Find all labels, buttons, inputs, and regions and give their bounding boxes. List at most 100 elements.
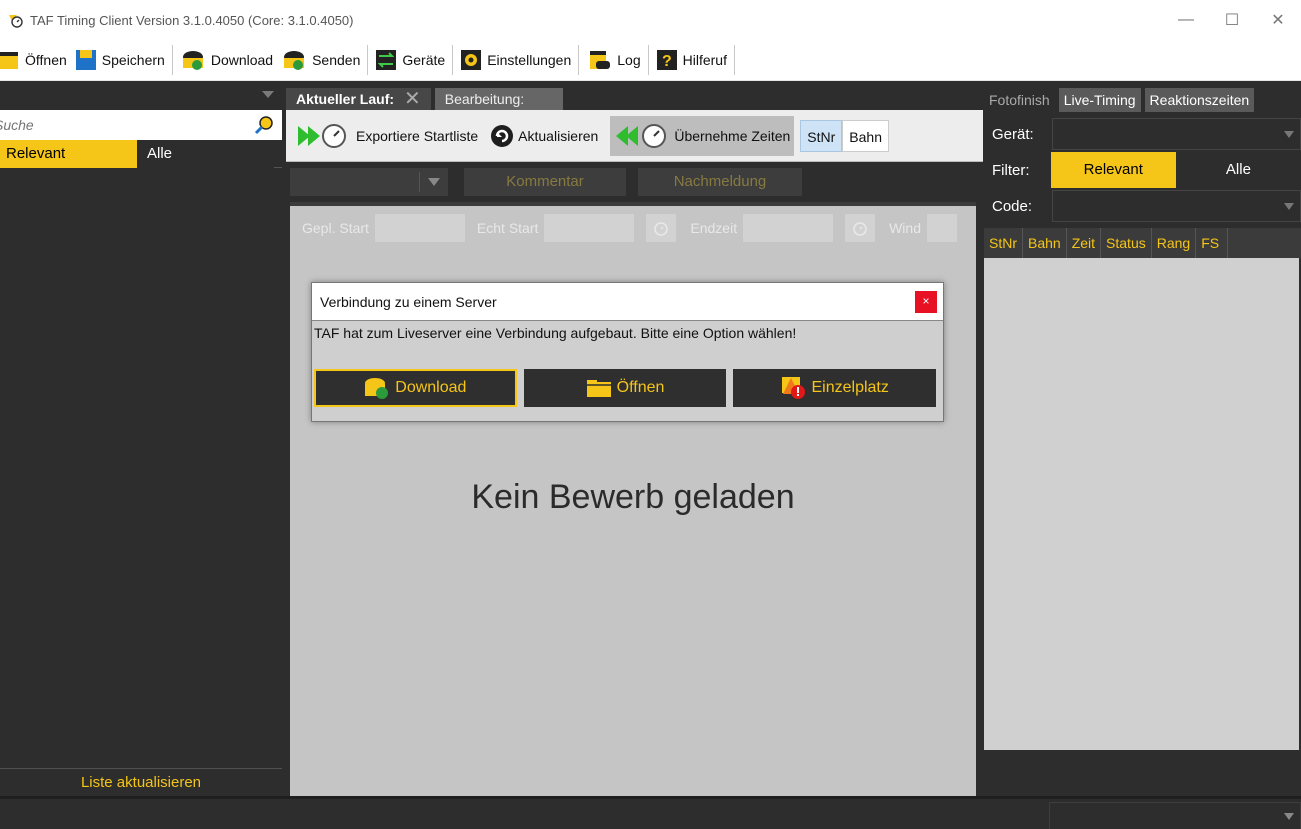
open-button[interactable]: Öffnen [0, 44, 71, 76]
download-icon [365, 378, 389, 399]
competition-combo[interactable] [0, 82, 282, 110]
send-label: Senden [312, 52, 361, 68]
dialog-download-button[interactable]: Download [314, 369, 517, 407]
dialog-download-label: Download [395, 379, 467, 396]
toggle-bahn[interactable]: Bahn [842, 119, 889, 152]
toolbar-separator [733, 45, 735, 75]
stopwatch-app-icon [9, 15, 23, 28]
window-title: TAF Timing Client Version 3.1.0.4050 (Co… [30, 12, 354, 28]
dialog-standalone-label: Einzelplatz [811, 379, 889, 396]
dialog-title-bar: Verbindung zu einem Server × [312, 283, 943, 321]
chevron-down-icon [1284, 813, 1294, 820]
status-dropdown[interactable] [1049, 802, 1301, 829]
real-start-label: Echt Start [476, 220, 539, 236]
save-label: Speichern [101, 52, 165, 68]
toolbar-separator [647, 45, 649, 75]
refresh-icon [491, 124, 514, 147]
no-competition-message: Kein Bewerb geladen [471, 478, 795, 516]
device-panel: Fotofinish Live-Timing Reaktionszeiten G… [984, 82, 1301, 796]
tab-live-timing[interactable]: Live-Timing [1058, 88, 1141, 112]
filter-row: Filter: Relevant Alle [984, 152, 1301, 188]
devices-icon [376, 50, 397, 70]
code-dropdown[interactable] [1052, 190, 1301, 222]
send-button[interactable]: Senden [277, 44, 364, 76]
take-times-button[interactable]: Übernehme Zeiten [610, 115, 795, 156]
times-row: Gepl. Start Echt Start Endzeit Wind [290, 206, 976, 250]
dialog-open-button[interactable]: Öffnen [523, 369, 727, 407]
close-window-button[interactable]: ✕ [1255, 0, 1301, 40]
dialog-message: TAF hat zum Liveserver eine Verbindung a… [314, 325, 797, 341]
column-rang[interactable]: Rang [1152, 228, 1197, 258]
end-time-stopwatch-icon[interactable] [845, 214, 876, 242]
help-button[interactable]: ? Hilferuf [652, 44, 731, 76]
center-tabs: Aktueller Lauf: ✕ Bearbeitung: [286, 82, 983, 110]
chevron-down-icon [262, 91, 274, 98]
comment-button[interactable]: Kommentar [464, 168, 626, 196]
column-stnr[interactable]: StNr [984, 228, 1023, 258]
toolbar-separator [578, 45, 580, 75]
tab-edit[interactable]: Bearbeitung: [434, 88, 563, 110]
toggle-stnr[interactable]: StNr [800, 119, 843, 152]
right-tabs: Fotofinish Live-Timing Reaktionszeiten [984, 82, 1301, 112]
run-select-dropdown[interactable] [290, 168, 448, 196]
refresh-label: Aktualisieren [518, 127, 599, 144]
tab-reaction-times[interactable]: Reaktionszeiten [1144, 88, 1255, 112]
open-label: Öffnen [25, 52, 67, 68]
take-times-label: Übernehme Zeiten [674, 127, 791, 144]
log-label: Log [617, 52, 641, 68]
run-options-row: Kommentar Nachmeldung [286, 162, 983, 202]
save-button[interactable]: Speichern [71, 44, 169, 76]
real-start-stopwatch-icon[interactable] [646, 214, 677, 242]
dialog-standalone-button[interactable]: Einzelplatz [733, 369, 937, 407]
chevron-down-icon [1284, 131, 1294, 138]
dialog-open-label: Öffnen [616, 379, 665, 396]
log-button[interactable]: Log [582, 44, 644, 76]
column-status[interactable]: Status [1101, 228, 1152, 258]
real-start-field[interactable] [544, 214, 635, 242]
refresh-list-button[interactable]: Liste aktualisieren [0, 768, 282, 796]
settings-label: Einstellungen [487, 52, 572, 68]
download-button[interactable]: Download [176, 44, 277, 76]
results-table-header: StNr Bahn Zeit Status Rang FS [984, 228, 1301, 258]
results-table-body [984, 258, 1299, 750]
search-box [0, 110, 282, 140]
devices-button[interactable]: Geräte [371, 44, 449, 76]
close-tab-icon[interactable]: ✕ [404, 88, 421, 110]
save-icon [75, 50, 96, 70]
main-toolbar: Öffnen Speichern Download Senden Geräte … [0, 40, 1301, 81]
standalone-icon [781, 377, 805, 399]
settings-icon [461, 50, 482, 70]
help-icon: ? [656, 50, 677, 70]
device-row: Gerät: [984, 116, 1301, 152]
filter-all-option[interactable]: Alle [1176, 152, 1301, 188]
dialog-close-button[interactable]: × [915, 291, 937, 313]
planned-start-label: Gepl. Start [302, 220, 369, 236]
column-fs[interactable]: FS [1196, 228, 1229, 258]
late-registration-button[interactable]: Nachmeldung [638, 168, 802, 196]
device-dropdown[interactable] [1052, 118, 1301, 150]
settings-button[interactable]: Einstellungen [456, 44, 575, 76]
tab-photofinish[interactable]: Fotofinish [984, 88, 1055, 112]
download-icon [182, 51, 203, 70]
export-startlist-button[interactable]: Exportiere Startliste [292, 116, 482, 156]
log-icon [590, 51, 611, 69]
column-bahn[interactable]: Bahn [1023, 228, 1067, 258]
filter-relevant-tab[interactable]: Relevant [0, 140, 137, 168]
minimize-button[interactable]: — [1163, 0, 1209, 40]
search-input[interactable] [0, 110, 232, 140]
tab-current-run[interactable]: Aktueller Lauf: ✕ [286, 88, 431, 110]
take-times-stopwatch-icon [616, 123, 667, 148]
planned-start-field[interactable] [374, 214, 465, 242]
refresh-button[interactable]: Aktualisieren [486, 116, 602, 156]
end-time-field[interactable] [743, 214, 834, 242]
toolbar-separator [171, 45, 173, 75]
current-run-panel: Aktueller Lauf: ✕ Bearbeitung: Exportier… [286, 82, 983, 796]
filter-relevant-option[interactable]: Relevant [1050, 152, 1176, 188]
column-zeit[interactable]: Zeit [1067, 228, 1102, 258]
wind-field[interactable] [927, 214, 957, 242]
maximize-button[interactable]: ☐ [1209, 0, 1255, 40]
competition-list-panel: Relevant Alle Liste aktualisieren [0, 82, 282, 796]
filter-all-tab[interactable]: Alle [137, 140, 274, 168]
dialog-buttons: Download Öffnen Einzelplatz [312, 369, 943, 407]
search-icon[interactable] [254, 115, 274, 135]
